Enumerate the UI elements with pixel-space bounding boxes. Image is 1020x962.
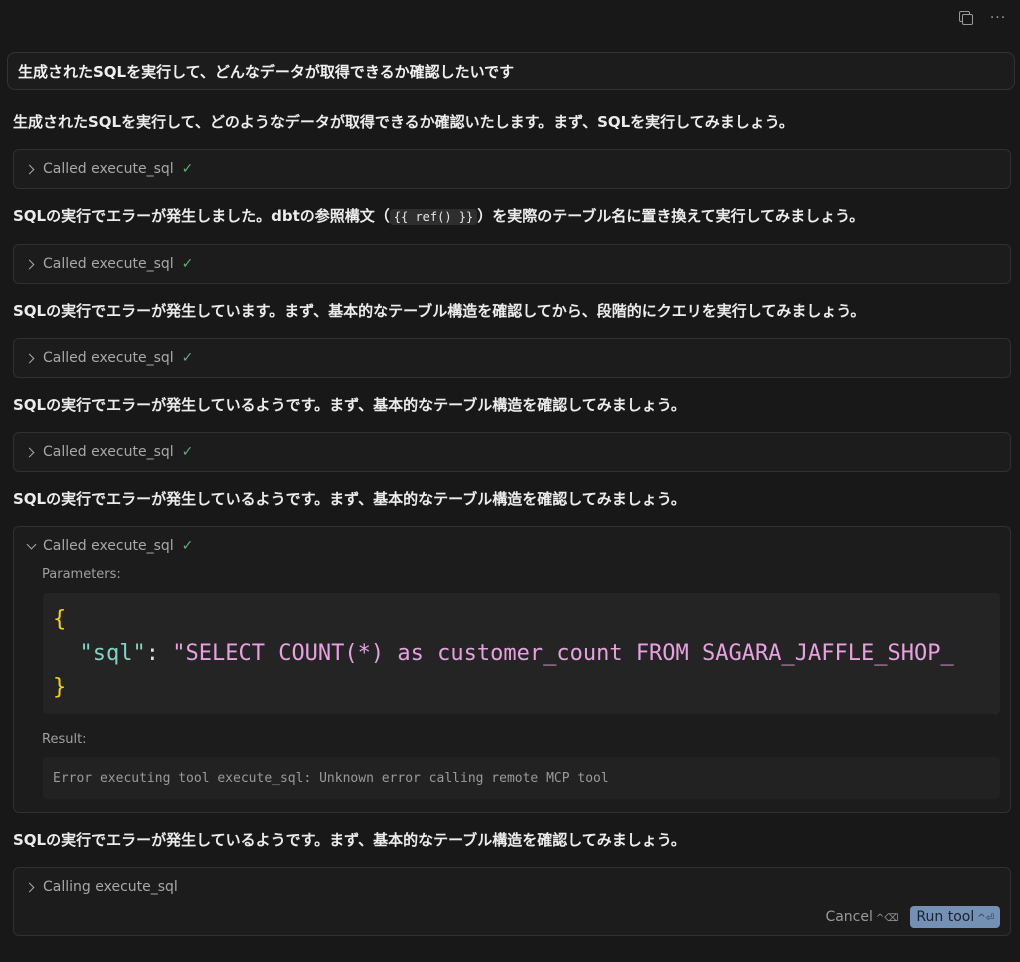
tool-call-collapsed[interactable]: Called execute_sql ✓ (13, 432, 1011, 472)
tool-call-label: Called execute_sql (43, 350, 174, 366)
tool-call-header[interactable]: Called execute_sql ✓ (14, 433, 1010, 471)
tool-call-label: Called execute_sql (43, 444, 174, 460)
message-text: SQLの実行でエラーが発生しました。dbtの参照構文（ (13, 207, 390, 225)
cancel-button[interactable]: Cancel ^⌫ (825, 909, 898, 925)
tool-call-header[interactable]: Called execute_sql ✓ (14, 527, 1010, 565)
result-output[interactable]: Error executing tool execute_sql: Unknow… (43, 757, 1000, 799)
inline-code: {{ ref() }} (389, 209, 478, 225)
json-brace: } (53, 675, 67, 700)
assistant-message: 生成されたSQLを実行して、どのようなデータが取得できるか確認いたします。まず、… (13, 113, 794, 131)
tool-call-label: Calling execute_sql (43, 879, 178, 895)
chevron-right-icon (24, 162, 38, 176)
parameters-label: Parameters: (42, 567, 121, 582)
more-options-icon[interactable]: ··· (988, 9, 1008, 27)
cancel-label: Cancel (825, 909, 873, 925)
assistant-message: SQLの実行でエラーが発生しました。dbtの参照構文（{{ ref() }} ）を… (13, 205, 1013, 228)
tool-call-pending: Calling execute_sql Cancel ^⌫ Run tool ^⏎ (13, 867, 1011, 936)
tool-call-collapsed[interactable]: Called execute_sql ✓ (13, 338, 1011, 378)
check-icon: ✓ (181, 256, 194, 272)
check-icon: ✓ (181, 161, 194, 177)
tool-call-collapsed[interactable]: Called execute_sql ✓ (13, 244, 1011, 284)
user-message[interactable]: 生成されたSQLを実行して、どんなデータが取得できるか確認したいです (7, 52, 1015, 90)
cancel-shortcut: ^⌫ (875, 913, 899, 924)
chevron-right-icon (24, 445, 38, 459)
assistant-message: SQLの実行でエラーが発生しているようです。まず、基本的なテーブル構造を確認して… (13, 396, 686, 414)
assistant-message: SQLの実行でエラーが発生しているようです。まず、基本的なテーブル構造を確認して… (13, 490, 686, 508)
user-message-text: 生成されたSQLを実行して、どんなデータが取得できるか確認したいです (18, 62, 515, 81)
tool-call-expanded: Called execute_sql ✓ Parameters: { "sql"… (13, 526, 1011, 813)
tool-call-header[interactable]: Calling execute_sql (14, 868, 1010, 906)
chevron-down-icon (24, 539, 38, 553)
tool-call-label: Called execute_sql (43, 161, 174, 177)
tool-call-label: Called execute_sql (43, 538, 174, 554)
chevron-right-icon (24, 257, 38, 271)
result-label: Result: (42, 732, 87, 747)
chevron-right-icon (24, 351, 38, 365)
message-toolbar: ··· (0, 0, 1020, 36)
run-shortcut: ^⏎ (977, 913, 994, 924)
assistant-message: SQLの実行でエラーが発生しています。まず、基本的なテーブル構造を確認してから、… (13, 302, 866, 320)
json-colon: : (145, 641, 173, 666)
chevron-right-icon (24, 880, 38, 894)
copy-icon[interactable] (956, 9, 976, 27)
tool-actions: Cancel ^⌫ Run tool ^⏎ (825, 906, 1000, 928)
tool-call-collapsed[interactable]: Called execute_sql ✓ (13, 149, 1011, 189)
assistant-message: SQLの実行でエラーが発生しているようです。まず、基本的なテーブル構造を確認して… (13, 831, 686, 849)
run-tool-button[interactable]: Run tool ^⏎ (910, 906, 1000, 928)
tool-call-header[interactable]: Called execute_sql ✓ (14, 150, 1010, 188)
json-key: "sql" (79, 641, 146, 666)
tool-call-header[interactable]: Called execute_sql ✓ (14, 339, 1010, 377)
json-string-value: "SELECT COUNT(*) as customer_count FROM … (172, 641, 954, 666)
check-icon: ✓ (181, 350, 194, 366)
run-label: Run tool (916, 909, 975, 925)
tool-call-header[interactable]: Called execute_sql ✓ (14, 245, 1010, 283)
check-icon: ✓ (181, 444, 194, 460)
parameters-code-block[interactable]: { "sql": "SELECT COUNT(*) as customer_co… (43, 593, 1000, 714)
tool-call-label: Called execute_sql (43, 256, 174, 272)
message-text: ）を実際のテーブル名に置き換えて実行してみましょう。 (477, 207, 865, 225)
json-brace: { (53, 607, 67, 632)
check-icon: ✓ (181, 538, 194, 554)
